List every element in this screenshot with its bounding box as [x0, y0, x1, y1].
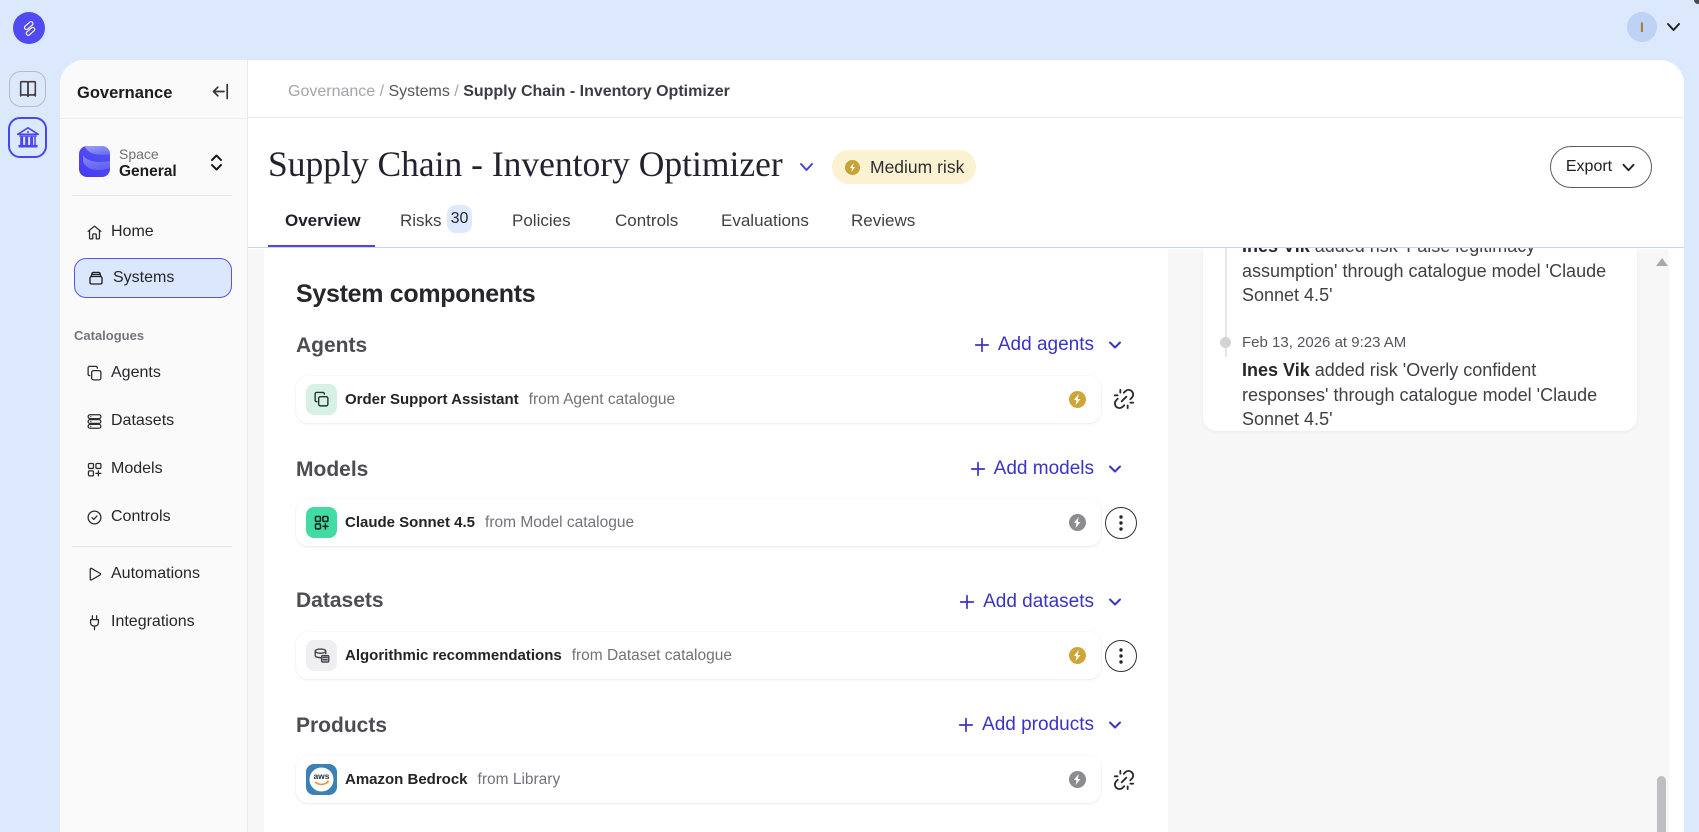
svg-text:aws: aws [313, 771, 329, 781]
